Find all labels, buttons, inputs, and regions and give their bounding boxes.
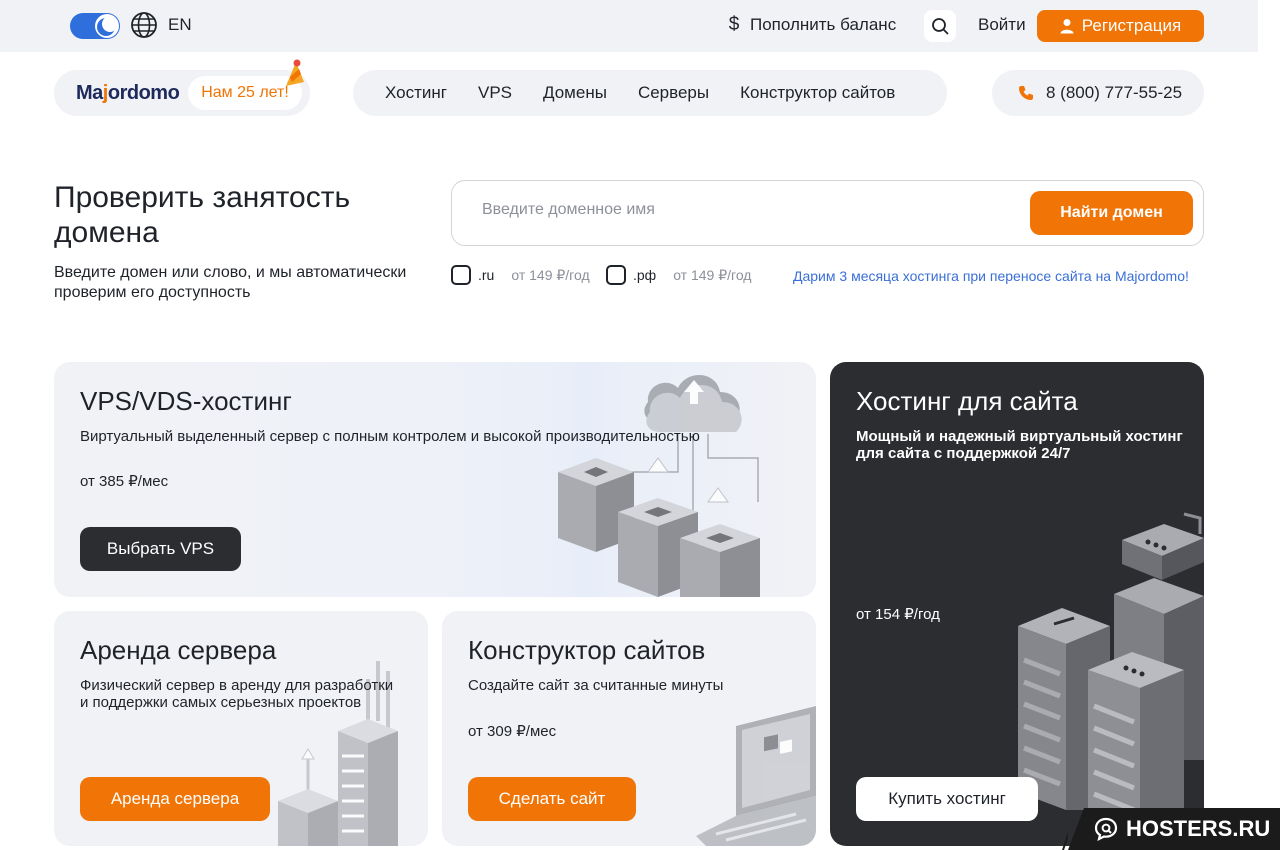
domain-check-title: Проверить занятость домена [54,181,351,249]
theme-toggle[interactable] [70,13,120,39]
hosting-transfer-promo-link[interactable]: Дарим 3 месяца хостинга при переносе сай… [793,268,1189,284]
vps-card: VPS/VDS-хостинг Виртуальный выделенный с… [54,362,816,597]
search-icon [932,18,949,35]
zone-name: .ru [478,267,495,283]
phone-icon [1019,86,1033,100]
top-bar: EN $ Пополнить баланс Войти Регистрация [0,0,1258,52]
buy-hosting-button[interactable]: Купить хостинг [856,777,1038,821]
zone-option-rf[interactable]: .рф от 149 ₽/год [606,265,751,285]
register-label: Регистрация [1081,16,1182,35]
hosting-card-title: Хостинг для сайта [856,386,1078,416]
hosting-servers-illustration [1018,512,1204,846]
zone-price: от 149 ₽/год [511,266,590,283]
hosting-card: Хостинг для сайта Мощный и надежный вирт… [830,362,1204,846]
nav-item-site-builder[interactable]: Конструктор сайтов [740,83,895,103]
nav-item-vps[interactable]: VPS [478,83,512,103]
make-site-button[interactable]: Сделать сайт [468,777,636,821]
party-hat-icon [286,59,304,86]
hosting-card-description: Мощный и надежный виртуальный хостинг дл… [856,428,1183,462]
topup-label: Пополнить баланс [750,15,897,34]
logo: Majordomo [76,82,180,105]
logo-block[interactable]: Majordomo Нам 25 лет! [54,70,310,116]
domain-search-box: Найти домен [451,180,1204,246]
globe-icon[interactable] [130,11,158,39]
domain-check-subtitle: Введите домен или слово, и мы автоматиче… [54,264,407,301]
zone-name: .рф [633,267,657,283]
hosters-watermark: HOSTERS.RU [1068,808,1280,850]
toggle-knob [95,14,119,38]
language-switch[interactable]: EN [168,15,192,35]
phone-number: 8 (800) 777-55-25 [1046,83,1183,102]
cloud-servers-illustration [558,374,760,597]
nav-item-domains[interactable]: Домены [543,83,607,103]
site-builder-card-description: Создайте сайт за считанные минуты [468,677,724,694]
hosting-card-price: от 154 ₽/год [856,606,940,623]
user-icon [1060,19,1074,34]
login-link[interactable]: Войти [978,15,1026,35]
rent-server-button[interactable]: Аренда сервера [80,777,270,821]
register-button[interactable]: Регистрация [1037,10,1204,42]
nav-item-servers[interactable]: Серверы [638,83,709,103]
search-button[interactable] [924,10,956,42]
zone-ru-checkbox[interactable] [451,265,471,285]
zone-rf-checkbox[interactable] [606,265,626,285]
dollar-icon: $ [728,14,740,35]
server-rent-card: Аренда сервера Физический сервер в аренд… [54,611,428,846]
main-nav: Хостинг VPS Домены Серверы Конструктор с… [353,70,947,116]
vps-card-title: VPS/VDS-хостинг [80,386,292,416]
domain-search-input[interactable] [482,201,1002,219]
server-rent-card-title: Аренда сервера [80,635,277,665]
zone-option-ru[interactable]: .ru от 149 ₽/год [451,265,590,285]
site-builder-card: Конструктор сайтов Создайте сайт за счит… [442,611,816,846]
vps-card-price: от 385 ₽/мес [80,473,169,490]
zone-price: от 149 ₽/год [673,266,752,283]
phone-link[interactable]: 8 (800) 777-55-25 [992,70,1204,116]
choose-vps-button[interactable]: Выбрать VPS [80,527,241,571]
topup-balance-link[interactable]: $ Пополнить баланс [726,14,897,36]
chat-bubble-icon [1094,817,1118,841]
logo-part: Ma [76,82,103,104]
nav-item-hosting[interactable]: Хостинг [385,83,447,103]
site-builder-card-title: Конструктор сайтов [468,635,706,665]
logo-part: ordomo [107,82,180,104]
watermark-text: HOSTERS.RU [1126,816,1271,841]
vps-card-description: Виртуальный выделенный сервер с полным к… [80,428,700,445]
server-rent-card-description: Физический сервер в аренду для разработк… [80,677,394,711]
site-builder-card-price: от 309 ₽/мес [468,723,557,740]
laptop-illustration [696,706,816,846]
moon-icon [97,16,118,36]
find-domain-button[interactable]: Найти домен [1030,191,1193,235]
